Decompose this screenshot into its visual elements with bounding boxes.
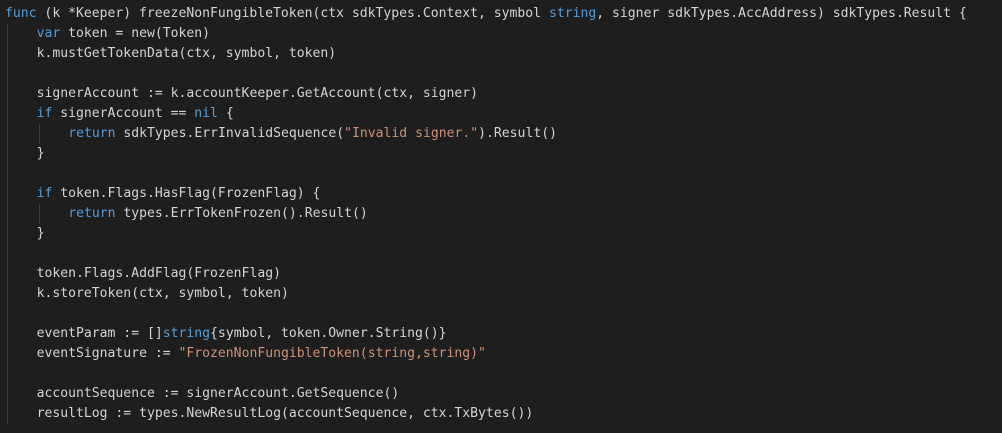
code-line[interactable]: resultLog := types.NewResultLog(accountS…	[37, 404, 534, 424]
indent-guide	[38, 204, 40, 224]
code-line[interactable]: eventSignature := "FrozenNonFungibleToke…	[37, 344, 486, 364]
code-token: string	[162, 326, 211, 341]
code-token: eventParam := []	[36, 326, 163, 341]
code-line[interactable]: func (k *Keeper) freezeNonFungibleToken(…	[5, 4, 967, 24]
code-token: func	[5, 6, 37, 21]
code-line[interactable]: k.storeToken(ctx, symbol, token)	[37, 284, 289, 304]
code-editor[interactable]: func (k *Keeper) freezeNonFungibleToken(…	[0, 0, 1002, 433]
code-token: {	[217, 106, 234, 121]
code-token: (k *Keeper) freezeNonFungibleToken(ctx s…	[36, 6, 549, 21]
code-line[interactable]: if signerAccount == nil {	[37, 104, 234, 124]
code-token: , signer sdkTypes.AccAddress) sdkTypes.R…	[596, 6, 967, 21]
code-token: resultLog := types.NewResultLog(accountS…	[36, 406, 534, 421]
code-line[interactable]: var token = new(Token)	[37, 24, 210, 44]
code-token: return	[68, 206, 116, 221]
code-token: "Invalid signer."	[344, 126, 479, 141]
code-token: types.ErrTokenFrozen().Result()	[115, 206, 368, 221]
code-line[interactable]: token.Flags.AddFlag(FrozenFlag)	[37, 264, 281, 284]
code-token: if	[36, 186, 53, 201]
code-line[interactable]: if token.Flags.HasFlag(FrozenFlag) {	[37, 184, 321, 204]
code-line[interactable]: eventParam := []string{symbol, token.Own…	[37, 324, 447, 344]
code-line[interactable]: accountSequence := signerAccount.GetSequ…	[37, 384, 400, 404]
code-token: }	[36, 226, 45, 241]
code-line[interactable]: return types.ErrTokenFrozen().Result()	[68, 204, 368, 224]
code-token: var	[36, 26, 61, 41]
code-token: k.storeToken(ctx, symbol, token)	[36, 286, 289, 301]
code-line[interactable]: }	[37, 144, 45, 164]
code-token: accountSequence := signerAccount.GetSequ…	[36, 386, 400, 401]
code-token: }	[36, 146, 45, 161]
code-token: k.mustGetTokenData(ctx, symbol, token)	[36, 46, 337, 61]
code-token: nil	[194, 106, 218, 121]
code-line[interactable]: return sdkTypes.ErrInvalidSequence("Inva…	[68, 124, 557, 144]
code-token: ).Result()	[478, 126, 557, 141]
code-token: "FrozenNonFungibleToken(string,string)"	[178, 346, 486, 361]
code-token: signerAccount ==	[52, 106, 195, 121]
indent-guide	[7, 24, 8, 424]
code-token: sdkTypes.ErrInvalidSequence(	[115, 126, 345, 141]
code-token: if	[36, 106, 53, 121]
code-line[interactable]: signerAccount := k.accountKeeper.GetAcco…	[37, 84, 478, 104]
code-token: return	[68, 126, 116, 141]
code-line[interactable]: k.mustGetTokenData(ctx, symbol, token)	[37, 44, 337, 64]
code-token: token.Flags.HasFlag(FrozenFlag) {	[52, 186, 321, 201]
code-token: {symbol, token.Owner.String()}	[210, 326, 447, 341]
code-token: token.Flags.AddFlag(FrozenFlag)	[36, 266, 281, 281]
indent-guide	[38, 124, 40, 144]
code-line[interactable]: }	[37, 224, 45, 244]
code-token: string	[548, 6, 597, 21]
code-token: signerAccount := k.accountKeeper.GetAcco…	[36, 86, 479, 101]
code-token: eventSignature :=	[36, 346, 179, 361]
code-token: token = new(Token)	[60, 26, 211, 41]
